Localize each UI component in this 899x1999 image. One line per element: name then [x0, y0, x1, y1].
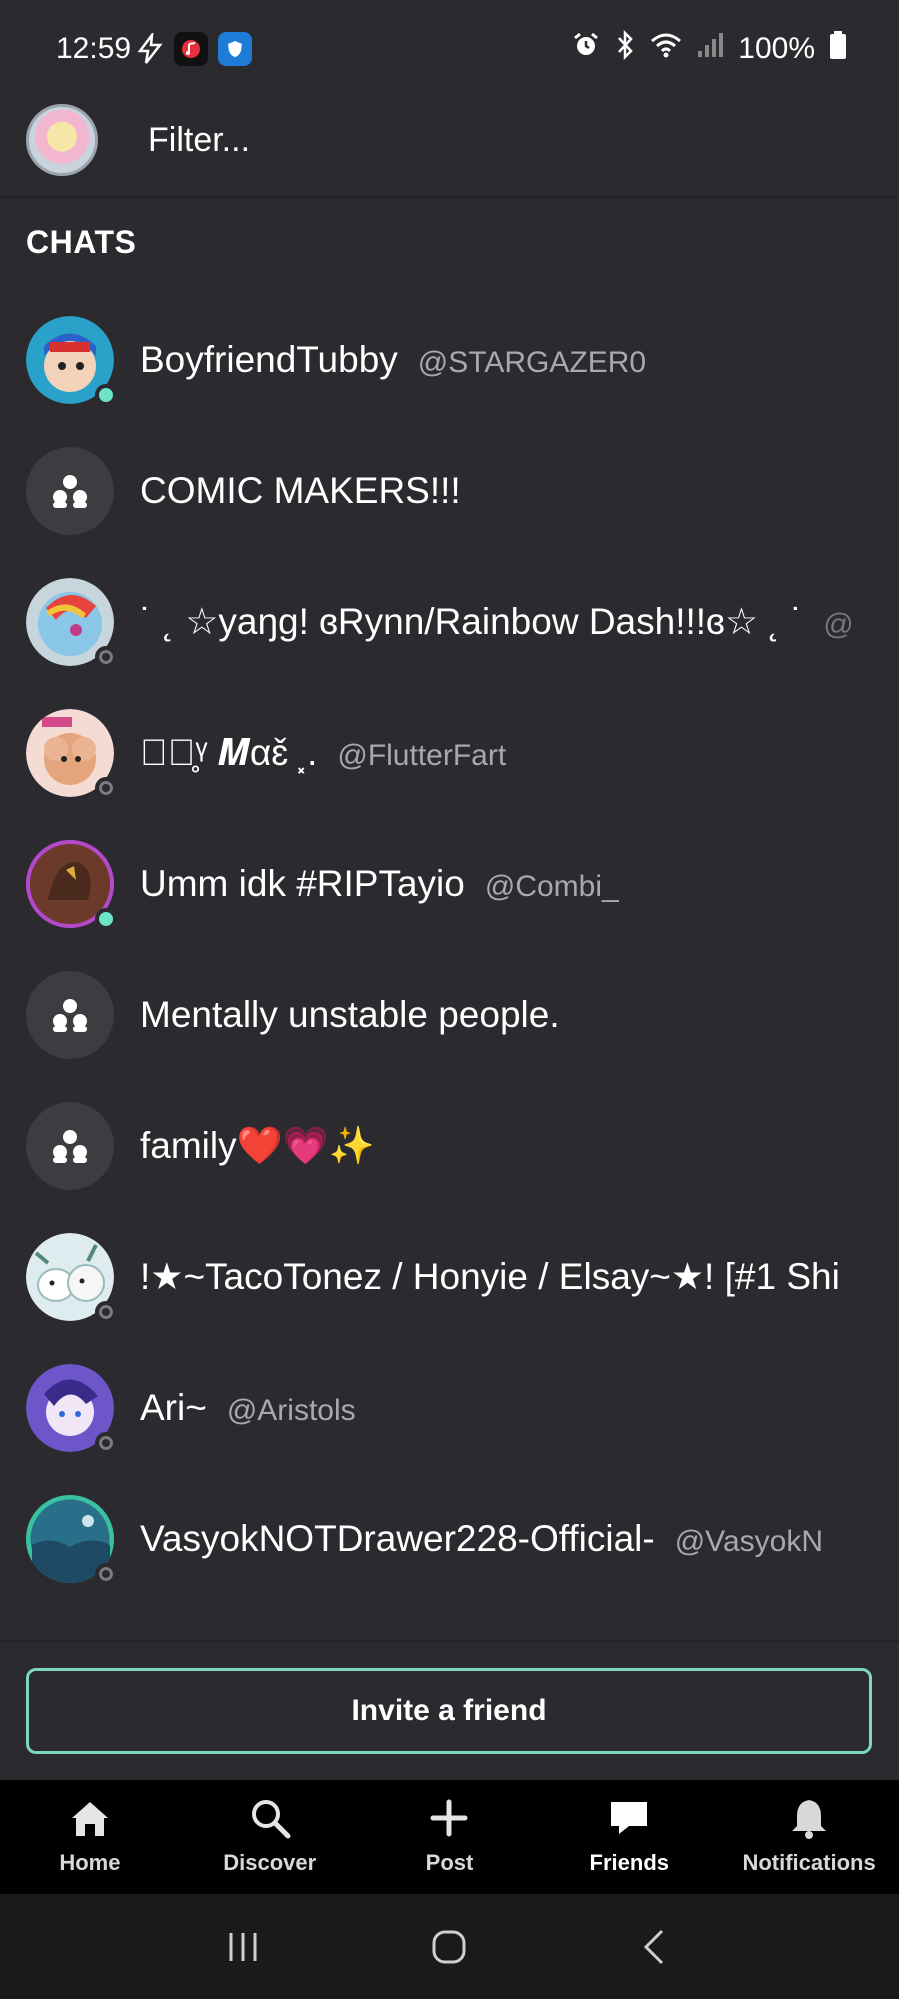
group-icon: [26, 447, 114, 535]
header: [0, 90, 899, 198]
bottom-nav: Home Discover Post Friends Notifications: [0, 1780, 899, 1894]
music-app-icon: [174, 32, 208, 66]
alarm-icon: [572, 31, 600, 67]
chat-name: !★~TacoTonez / Honyie / Elsay~★! [#1 Shi: [140, 1256, 840, 1297]
chat-name: COMIC MAKERS!!!: [140, 470, 461, 511]
chat-item[interactable]: ⸼ꢂ̥ᵞ 𝑴αɛ̌ ⸼. @FlutterFart: [0, 689, 899, 820]
nav-label: Home: [59, 1850, 121, 1875]
search-icon: [248, 1796, 292, 1840]
offline-status-dot: [95, 1563, 117, 1585]
chat-handle: @Combi_: [484, 870, 619, 903]
offline-status-dot: [95, 1432, 117, 1454]
chat-name: Umm idk #RIPTayio: [140, 863, 465, 904]
group-icon: [26, 1102, 114, 1190]
chat-item[interactable]: Ari~ @Aristols: [0, 1344, 899, 1475]
nav-home[interactable]: Home: [0, 1780, 180, 1894]
chats-section-title: CHATS: [26, 224, 137, 260]
chat-handle: @: [823, 608, 854, 641]
chat-name: Ari~: [140, 1387, 207, 1428]
home-circle-icon[interactable]: [419, 1917, 479, 1977]
nav-label: Post: [425, 1850, 474, 1875]
shield-app-icon: [218, 32, 252, 66]
status-bar: 12:59 100%: [0, 0, 899, 100]
offline-status-dot: [95, 777, 117, 799]
offline-status-dot: [95, 646, 117, 668]
bolt-icon: [136, 32, 164, 66]
chat-item[interactable]: family❤️💗✨: [0, 1082, 899, 1213]
signal-icon: [696, 31, 724, 67]
status-time: 12:59: [56, 32, 132, 65]
chat-item[interactable]: COMIC MAKERS!!!: [0, 427, 899, 558]
status-app-icons: [136, 32, 252, 66]
bell-icon: [787, 1796, 831, 1840]
system-nav: [0, 1894, 899, 1999]
chat-item[interactable]: Umm idk #RIPTayio @Combi_: [0, 820, 899, 951]
offline-status-dot: [95, 1301, 117, 1323]
chat-item[interactable]: BoyfriendTubby @STARGAZER0: [0, 296, 899, 427]
back-icon[interactable]: [626, 1917, 686, 1977]
chat-name: ⸼ꢂ̥ᵞ 𝑴αɛ̌ ⸼.: [140, 732, 318, 773]
chat-name: VasyokNOTDrawer228-Official-: [140, 1518, 655, 1559]
chat-item[interactable]: !★~TacoTonez / Honyie / Elsay~★! [#1 Shi: [0, 1213, 899, 1344]
chat-handle: @FlutterFart: [337, 739, 507, 772]
nav-label: Notifications: [742, 1850, 876, 1875]
chat-handle: @VasyokN: [674, 1525, 823, 1558]
nav-post[interactable]: Post: [360, 1780, 540, 1894]
chat-name: ˙ ˛ ☆yaŋg! ɞRynn/Rainbow Dash!!!ɞ☆ ˛ ˙: [140, 601, 804, 642]
recents-icon[interactable]: [213, 1917, 273, 1977]
plus-icon: [427, 1796, 471, 1840]
chat-item[interactable]: VasyokNOTDrawer228-Official- @VasyokN: [0, 1475, 899, 1606]
chat-name: family❤️💗✨: [140, 1125, 375, 1166]
chat-item[interactable]: Mentally unstable people.: [0, 951, 899, 1082]
battery-percent: 100%: [738, 32, 815, 65]
nav-friends[interactable]: Friends: [539, 1780, 719, 1894]
status-system-icons: 100%: [572, 29, 847, 68]
wifi-icon: [650, 31, 682, 67]
chat-list: BoyfriendTubby @STARGAZER0 COMIC MAKERS!!…: [0, 296, 899, 1606]
nav-notifications[interactable]: Notifications: [719, 1780, 899, 1894]
invite-area: Invite a friend: [0, 1640, 899, 1780]
home-icon: [68, 1796, 112, 1840]
nav-label: Friends: [589, 1850, 670, 1875]
online-status-dot: [95, 384, 117, 406]
chat-bubble-icon: [607, 1796, 651, 1840]
filter-input[interactable]: [148, 110, 848, 170]
nav-discover[interactable]: Discover: [180, 1780, 360, 1894]
online-status-dot: [95, 908, 117, 930]
group-icon: [26, 971, 114, 1059]
nav-label: Discover: [223, 1850, 317, 1875]
battery-icon: [829, 30, 847, 68]
profile-avatar[interactable]: [26, 104, 98, 176]
chat-name: BoyfriendTubby: [140, 339, 398, 380]
chat-handle: @Aristols: [226, 1394, 356, 1427]
chat-name: Mentally unstable people.: [140, 994, 560, 1035]
invite-friend-button[interactable]: Invite a friend: [26, 1668, 872, 1754]
chat-item[interactable]: ˙ ˛ ☆yaŋg! ɞRynn/Rainbow Dash!!!ɞ☆ ˛ ˙ @: [0, 558, 899, 689]
chat-handle: @STARGAZER0: [417, 346, 647, 379]
bluetooth-icon: [614, 29, 636, 68]
